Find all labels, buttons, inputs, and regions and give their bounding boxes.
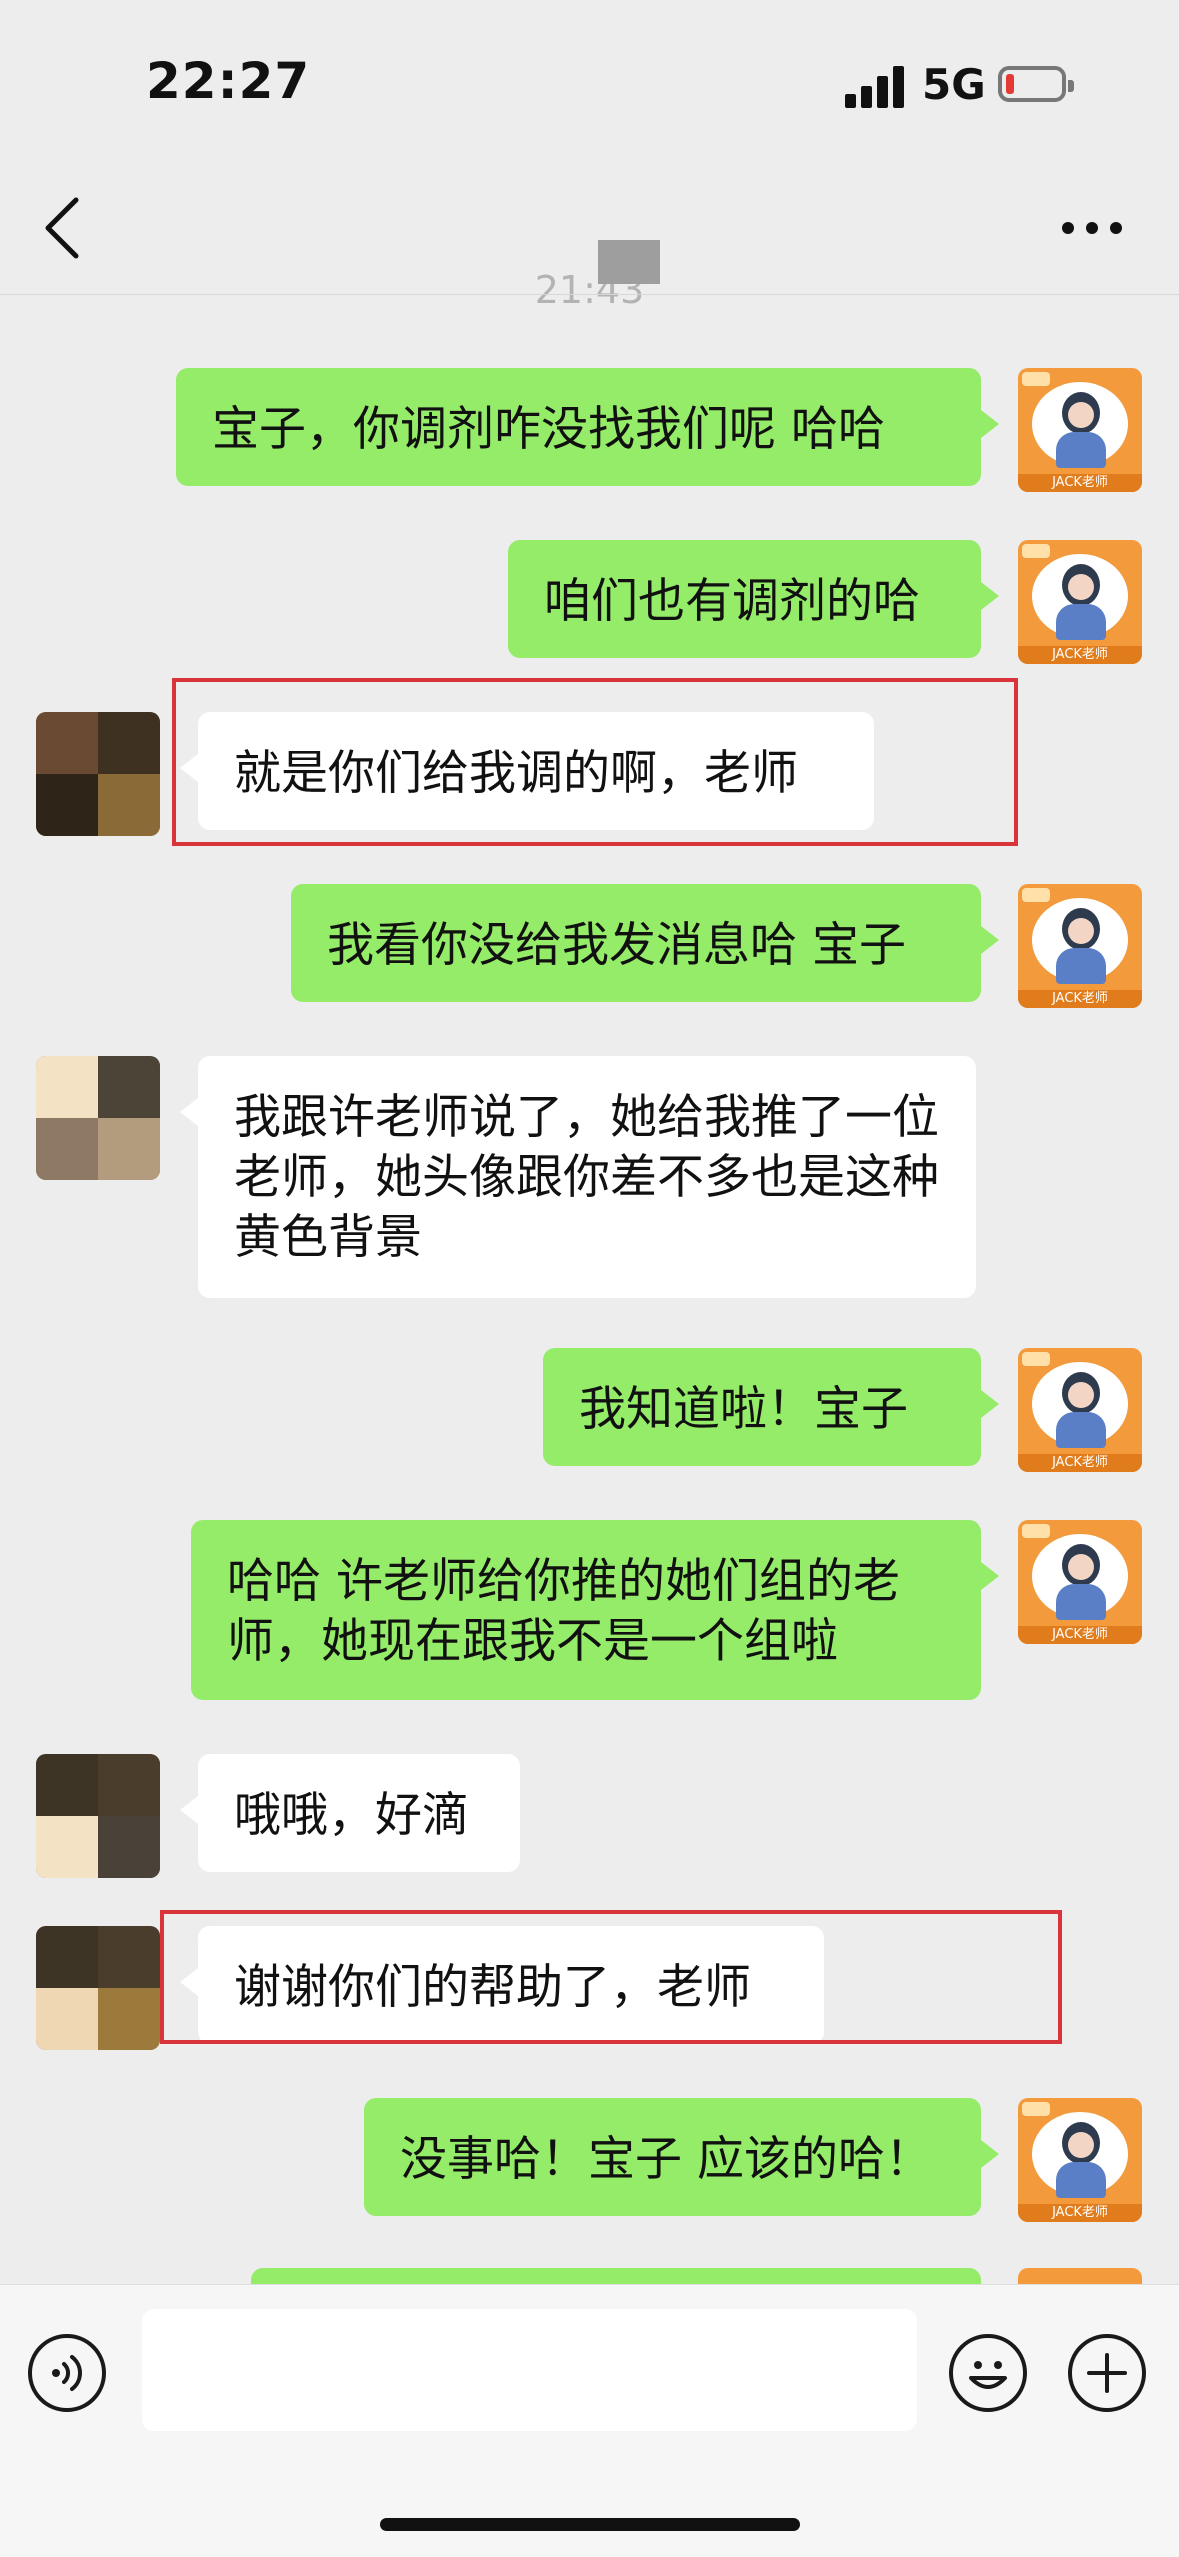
highlight-box [172, 678, 1018, 846]
message-bubble[interactable]: 哈哈 许老师给你推的她们组的老师，她现在跟我不是一个组啦 [191, 1520, 999, 1700]
voice-icon[interactable] [28, 2334, 106, 2412]
my-avatar[interactable]: JACK老师 [1018, 368, 1142, 492]
message-row: 我看你没给我发消息哈 宝子 JACK老师 [0, 884, 1179, 1008]
contact-avatar[interactable] [36, 1926, 160, 2050]
my-avatar[interactable]: JACK老师 [1018, 2098, 1142, 2222]
message-row: 哦哦，好滴 [0, 1754, 1179, 1878]
contact-avatar[interactable] [36, 1056, 160, 1180]
emoji-icon[interactable] [949, 2334, 1027, 2412]
message-bubble[interactable]: 哦哦，好滴 [180, 1754, 520, 1872]
more-icon[interactable] [1062, 216, 1122, 236]
message-input[interactable] [142, 2309, 917, 2431]
status-time: 22:27 [146, 52, 311, 110]
partial-bubble[interactable] [251, 2268, 981, 2284]
avatar-badge: JACK老师 [1018, 1454, 1142, 1472]
back-icon[interactable] [42, 196, 82, 260]
message-row: 哈哈 许老师给你推的她们组的老师，她现在跟我不是一个组啦 JACK老师 [0, 1520, 1179, 1704]
my-avatar[interactable]: JACK老师 [1018, 884, 1142, 1008]
status-bar: 22:27 5G [0, 0, 1179, 170]
message-row: 没事哈！宝子 应该的哈！ JACK老师 [0, 2098, 1179, 2222]
message-bubble[interactable]: 我知道啦！宝子 [543, 1348, 999, 1466]
message-bubble[interactable]: 咱们也有调剂的哈 [508, 540, 999, 658]
avatar-badge: JACK老师 [1018, 646, 1142, 664]
partial-avatar[interactable] [1018, 2268, 1142, 2284]
message-bubble[interactable]: 我看你没给我发消息哈 宝子 [291, 884, 999, 1002]
avatar-badge: JACK老师 [1018, 2204, 1142, 2222]
my-avatar[interactable]: JACK老师 [1018, 540, 1142, 664]
avatar-badge: JACK老师 [1018, 1626, 1142, 1644]
message-bubble[interactable]: 宝子，你调剂咋没找我们呢 哈哈 [176, 368, 999, 486]
header-divider [0, 294, 1179, 295]
contact-avatar[interactable] [36, 1754, 160, 1878]
battery-icon [998, 66, 1074, 102]
message-bubble[interactable]: 没事哈！宝子 应该的哈！ [364, 2098, 999, 2216]
message-row: 宝子，你调剂咋没找我们呢 哈哈 JACK老师 [0, 368, 1179, 492]
plus-icon[interactable] [1068, 2334, 1146, 2412]
message-row: 我知道啦！宝子 JACK老师 [0, 1348, 1179, 1472]
message-row: 我跟许老师说了，她给我推了一位老师，她头像跟你差不多也是这种黄色背景 [0, 1056, 1179, 1300]
avatar-badge: JACK老师 [1018, 474, 1142, 492]
contact-avatar[interactable] [36, 712, 160, 836]
my-avatar[interactable]: JACK老师 [1018, 1348, 1142, 1472]
home-indicator[interactable] [380, 2518, 800, 2531]
avatar-badge: JACK老师 [1018, 990, 1142, 1008]
chat-title-redacted [598, 240, 660, 284]
message-bubble[interactable]: 我跟许老师说了，她给我推了一位老师，她头像跟你差不多也是这种黄色背景 [180, 1056, 976, 1298]
my-avatar[interactable]: JACK老师 [1018, 1520, 1142, 1644]
message-row-partial [0, 2268, 1179, 2284]
network-label: 5G [922, 60, 986, 109]
message-row: 咱们也有调剂的哈 JACK老师 [0, 540, 1179, 664]
signal-icon [845, 64, 905, 108]
highlight-box [160, 1910, 1062, 2044]
